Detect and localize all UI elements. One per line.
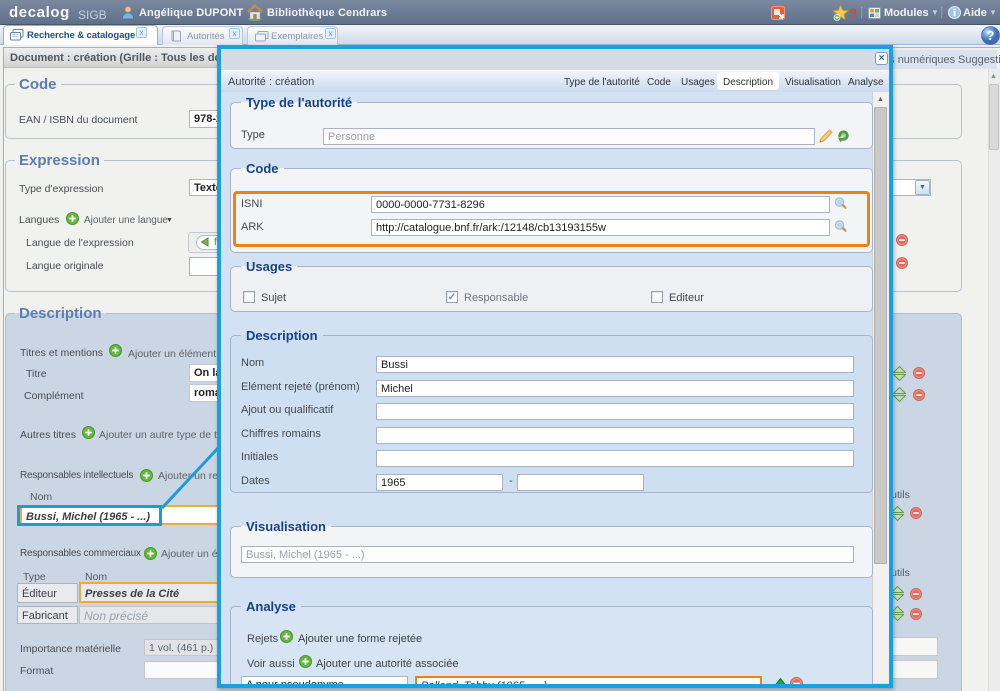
- svg-text:?: ?: [987, 28, 995, 43]
